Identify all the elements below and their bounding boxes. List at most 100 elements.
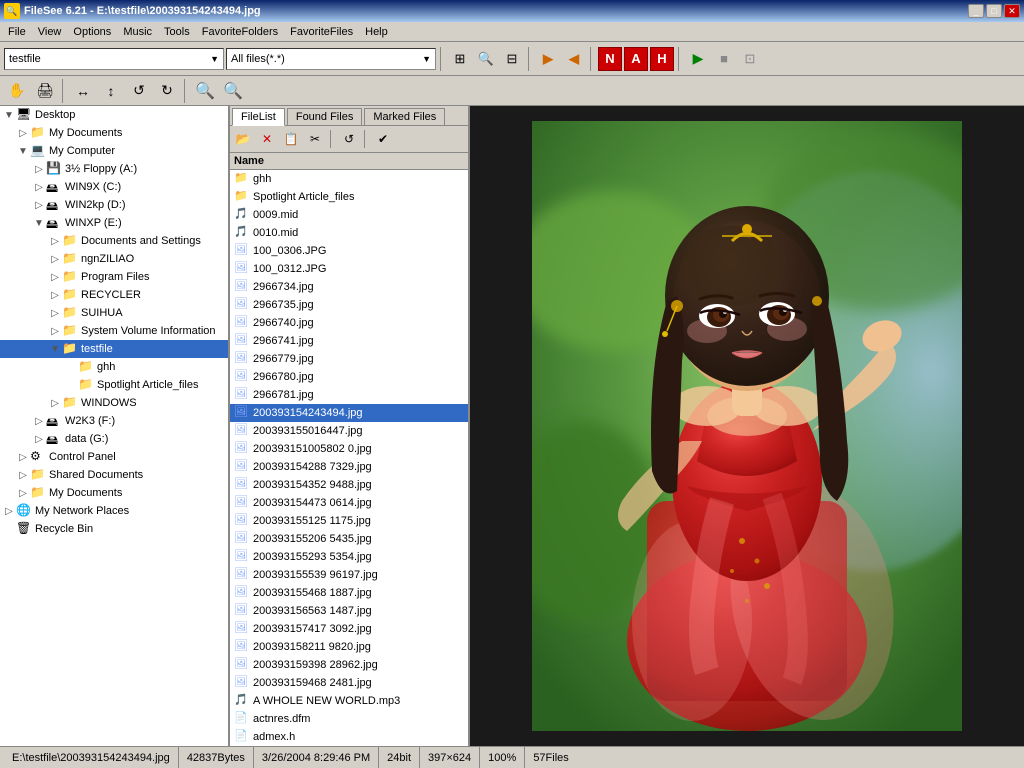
refresh-button[interactable]: ↺	[338, 128, 360, 150]
expander-desktop[interactable]: ▼	[2, 108, 16, 122]
expander-mynetwork[interactable]: ▷	[2, 504, 16, 518]
expander-mydocs2[interactable]: ▷	[16, 486, 30, 500]
list-item-selected[interactable]: 🖼 200393154243494.jpg	[230, 404, 468, 422]
expander-ghh[interactable]	[64, 360, 78, 374]
cut-file-button[interactable]: ✂	[304, 128, 326, 150]
expander-mydocs[interactable]: ▷	[16, 126, 30, 140]
list-item[interactable]: 🖼 200393155293 5354.jpg	[230, 548, 468, 566]
expander-windows[interactable]: ▷	[48, 396, 62, 410]
maximize-button[interactable]: □	[986, 4, 1002, 18]
tree-item-suihua[interactable]: ▷ 📁 SUIHUA	[0, 304, 228, 322]
stop-button[interactable]: ■	[712, 47, 736, 71]
menu-file[interactable]: File	[2, 24, 32, 40]
expander-recyclebin[interactable]	[2, 522, 16, 536]
nav-back-button[interactable]: ◀	[562, 47, 586, 71]
expander-mycomputer[interactable]: ▼	[16, 144, 30, 158]
tab-markedfiles[interactable]: Marked Files	[364, 108, 445, 125]
tree-item-win2kp[interactable]: ▷ 🖴 WIN2kp (D:)	[0, 196, 228, 214]
expander-floppy[interactable]: ▷	[32, 162, 46, 176]
tree-item-sysvolinfo[interactable]: ▷ 📁 System Volume Information	[0, 322, 228, 340]
expander-datag[interactable]: ▷	[32, 432, 46, 446]
copy-file-button[interactable]: 📋	[280, 128, 302, 150]
play-button[interactable]: ▶	[686, 47, 710, 71]
tree-item-controlpanel[interactable]: ▷ ⚙ Control Panel	[0, 448, 228, 466]
menu-help[interactable]: Help	[359, 24, 394, 40]
expander-sysvolinfo[interactable]: ▷	[48, 324, 62, 338]
tree-item-windows[interactable]: ▷ 📁 WINDOWS	[0, 394, 228, 412]
tab-filelist[interactable]: FileList	[232, 108, 285, 126]
tree-item-w2k3[interactable]: ▷ 🖴 W2K3 (F:)	[0, 412, 228, 430]
zoom-out-button[interactable]: 🔍	[220, 79, 246, 103]
list-item[interactable]: 🖼 2966779.jpg	[230, 350, 468, 368]
tree-item-docssettings[interactable]: ▷ 📁 Documents and Settings	[0, 232, 228, 250]
tree-item-mycomputer[interactable]: ▼ 💻 My Computer	[0, 142, 228, 160]
tree-item-ngnziliao[interactable]: ▷ 📁 ngnZILIAO	[0, 250, 228, 268]
expander-testfile[interactable]: ▼	[48, 342, 62, 356]
list-item[interactable]: 📄 actnres.dfm	[230, 710, 468, 728]
list-item[interactable]: 🖼 200393158211 9820.jpg	[230, 638, 468, 656]
expander-w2k3[interactable]: ▷	[32, 414, 46, 428]
expander-recycler[interactable]: ▷	[48, 288, 62, 302]
list-item[interactable]: 📄 admex.h	[230, 728, 468, 746]
menu-options[interactable]: Options	[67, 24, 117, 40]
list-item[interactable]: 🖼 200393154473 0614.jpg	[230, 494, 468, 512]
check-all-button[interactable]: ✔	[372, 128, 394, 150]
expander-shareddocs[interactable]: ▷	[16, 468, 30, 482]
tree-item-mydocs2[interactable]: ▷ 📁 My Documents	[0, 484, 228, 502]
list-item[interactable]: 🖼 100_0312.JPG	[230, 260, 468, 278]
tree-item-shareddocs[interactable]: ▷ 📁 Shared Documents	[0, 466, 228, 484]
flip-v-button[interactable]: ↕	[98, 79, 124, 103]
tab-foundfiles[interactable]: Found Files	[287, 108, 362, 125]
tree-item-floppy[interactable]: ▷ 💾 3½ Floppy (A:)	[0, 160, 228, 178]
list-item[interactable]: 🖼 200393154288 7329.jpg	[230, 458, 468, 476]
btn-h[interactable]: H	[650, 47, 674, 71]
list-item[interactable]: 🖼 200393157417 3092.jpg	[230, 620, 468, 638]
tree-item-testfile[interactable]: ▼ 📁 testfile	[0, 340, 228, 358]
list-item[interactable]: 📁 ghh	[230, 170, 468, 188]
tree-item-desktop[interactable]: ▼ 🖥 Desktop	[0, 106, 228, 124]
slideshow-button[interactable]: ⊡	[738, 47, 762, 71]
tree-item-spotlight[interactable]: 📁 Spotlight Article_files	[0, 376, 228, 394]
expander-programfiles[interactable]: ▷	[48, 270, 62, 284]
filter-combo[interactable]: All files(*.*) ▼	[226, 48, 436, 70]
list-item[interactable]: 📁 Spotlight Article_files	[230, 188, 468, 206]
tree-item-win9x[interactable]: ▷ 🖴 WIN9X (C:)	[0, 178, 228, 196]
tree-item-recyclebin[interactable]: 🗑 Recycle Bin	[0, 520, 228, 538]
expander-docssettings[interactable]: ▷	[48, 234, 62, 248]
close-button[interactable]: ✕	[1004, 4, 1020, 18]
tree-item-winxp[interactable]: ▼ 🖴 WINXP (E:)	[0, 214, 228, 232]
tree-item-mydocs[interactable]: ▷ 📁 My Documents	[0, 124, 228, 142]
open-file-button[interactable]: 📂	[232, 128, 254, 150]
zoom-in-button[interactable]: 🔍	[192, 79, 218, 103]
minimize-button[interactable]: _	[968, 4, 984, 18]
list-item[interactable]: 🖼 2966734.jpg	[230, 278, 468, 296]
thumbnail-view-button[interactable]: ⊞	[448, 47, 472, 71]
delete-file-button[interactable]: ✕	[256, 128, 278, 150]
folder-tree[interactable]: ▼ 🖥 Desktop ▷ 📁 My Documents ▼ 💻 My Comp…	[0, 106, 230, 746]
file-list-container[interactable]: Name 📁 ghh 📁 Spotlight Article_files 🎵 0…	[230, 153, 468, 746]
list-item[interactable]: 🖼 100_0306.JPG	[230, 242, 468, 260]
list-item[interactable]: 🖼 2966781.jpg	[230, 386, 468, 404]
nav-forward-button[interactable]: ▶	[536, 47, 560, 71]
list-item[interactable]: 🖼 200393155468 1887.jpg	[230, 584, 468, 602]
list-item[interactable]: 🖼 2966740.jpg	[230, 314, 468, 332]
menu-favoritefiles[interactable]: FavoriteFiles	[284, 24, 359, 40]
tree-item-ghh[interactable]: 📁 ghh	[0, 358, 228, 376]
list-item[interactable]: 🎵 0009.mid	[230, 206, 468, 224]
expander-winxp[interactable]: ▼	[32, 216, 46, 230]
tree-item-datag[interactable]: ▷ 🖴 data (G:)	[0, 430, 228, 448]
list-item[interactable]: 🖼 200393155539 96197.jpg	[230, 566, 468, 584]
rotate-right-button[interactable]: ↻	[154, 79, 180, 103]
list-item[interactable]: 🖼 200393151005802 0.jpg	[230, 440, 468, 458]
list-item[interactable]: 🖼 2966735.jpg	[230, 296, 468, 314]
search-button[interactable]: 🔍	[474, 47, 498, 71]
list-item[interactable]: 🖼 2966741.jpg	[230, 332, 468, 350]
grid-view-button[interactable]: ⊟	[500, 47, 524, 71]
list-item[interactable]: 🖼 200393159468 2481.jpg	[230, 674, 468, 692]
list-item[interactable]: 🎵 A WHOLE NEW WORLD.mp3	[230, 692, 468, 710]
menu-view[interactable]: View	[32, 24, 68, 40]
list-item[interactable]: 🖼 200393156563 1487.jpg	[230, 602, 468, 620]
expander-win9x[interactable]: ▷	[32, 180, 46, 194]
expander-controlpanel[interactable]: ▷	[16, 450, 30, 464]
flip-h-button[interactable]: ↔	[70, 79, 96, 103]
